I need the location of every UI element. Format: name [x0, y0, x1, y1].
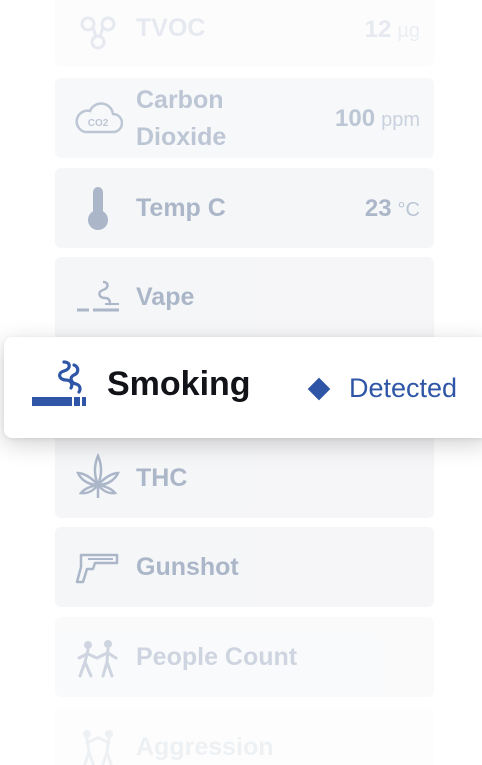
sensor-card-vape[interactable]: Vape — [55, 257, 434, 345]
sensor-card-temp[interactable]: Temp C 23 °C — [55, 168, 434, 248]
sensor-label: Vape — [136, 283, 195, 311]
sensor-card-people-count[interactable]: People Count — [55, 617, 434, 697]
sensor-value: 100 ppm — [335, 105, 420, 133]
featured-sensor-card-smoking[interactable]: Smoking Detected — [4, 337, 482, 438]
sensor-label-line1: Carbon — [136, 86, 224, 114]
sensor-value-number: 23 — [364, 195, 392, 222]
sensor-value-number: 12 — [364, 16, 392, 43]
sensor-label: Aggression — [136, 733, 274, 761]
sensor-value: 23 °C — [365, 195, 420, 223]
sensor-card-gunshot[interactable]: Gunshot — [55, 527, 434, 607]
status-indicator: Detected — [307, 373, 457, 404]
sensor-card-carbon-dioxide[interactable]: CO2 Carbon Dioxide 100 ppm — [55, 78, 434, 158]
gun-icon — [73, 547, 123, 587]
aggression-icon — [73, 725, 123, 765]
sensor-label: People Count — [136, 643, 298, 671]
diamond-status-icon — [307, 377, 331, 400]
tvoc-molecule-icon — [73, 10, 123, 54]
sensor-value-number: 100 — [335, 105, 376, 132]
sensor-card-thc[interactable]: THC — [55, 430, 434, 518]
sensor-label: THC — [136, 464, 188, 492]
sensor-card-aggression[interactable]: Aggression — [55, 707, 434, 765]
sensor-label: TVOC — [136, 14, 206, 42]
co2-cloud-icon: CO2 — [73, 98, 123, 138]
sensor-label: Gunshot — [136, 553, 239, 581]
sensor-card-tvoc[interactable]: TVOC 12 µg — [55, 0, 434, 66]
sensor-label: Carbon Dioxide — [136, 82, 226, 156]
status-text: Detected — [349, 373, 458, 403]
sensor-label-line2: Dioxide — [136, 123, 227, 151]
vape-icon — [73, 277, 123, 317]
people-icon — [73, 637, 123, 679]
cannabis-leaf-icon — [73, 452, 123, 500]
sensor-value: 12 µg — [365, 16, 420, 44]
sensor-list: TVOC 12 µg CO2 Carbon Dioxide 100 ppm Tem — [0, 0, 482, 765]
sensor-label: Temp C — [136, 194, 226, 222]
svg-text:CO2: CO2 — [88, 118, 109, 129]
sensor-unit: µg — [397, 20, 420, 42]
thermometer-icon — [73, 184, 123, 232]
sensor-unit: ppm — [381, 109, 420, 131]
sensor-unit: °C — [397, 199, 420, 221]
featured-sensor-label: Smoking — [107, 365, 251, 403]
cigarette-icon — [30, 359, 90, 411]
